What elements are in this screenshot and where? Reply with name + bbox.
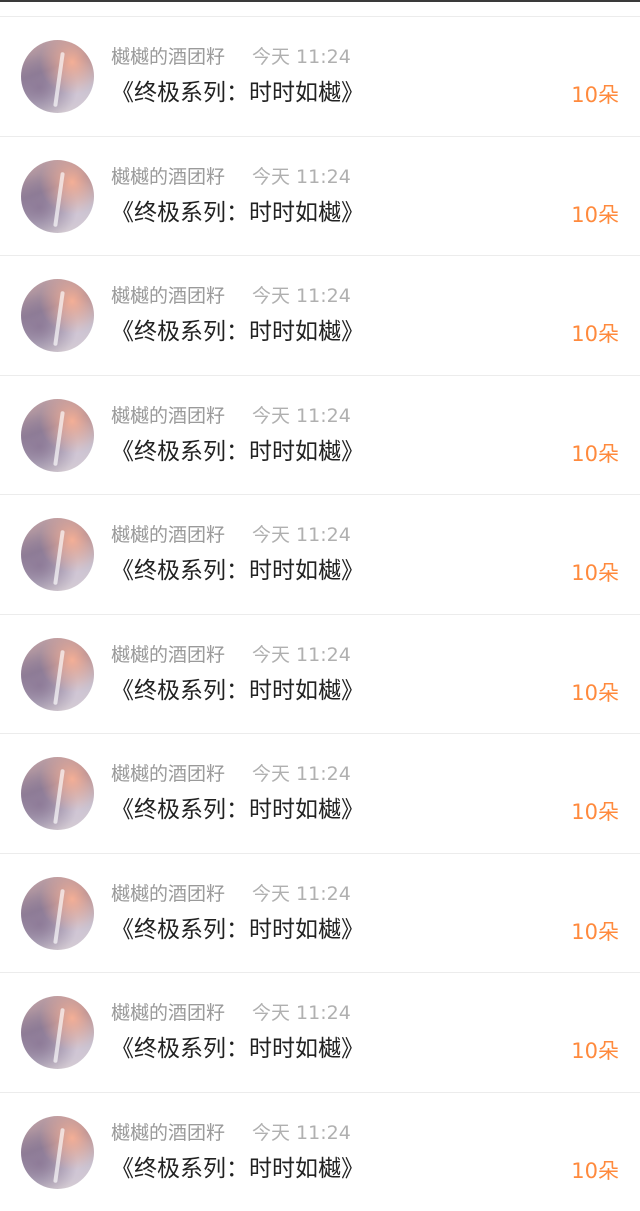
timestamp: 今天 11:24 xyxy=(252,1121,351,1145)
list-item[interactable]: 樾樾的酒团籽 今天 11:24 《终极系列：时时如樾》 10朵 xyxy=(0,136,640,256)
item-title: 《终极系列：时时如樾》 xyxy=(111,915,364,945)
timestamp: 今天 11:24 xyxy=(252,643,351,667)
avatar[interactable] xyxy=(21,757,94,830)
list-item[interactable]: 樾樾的酒团籽 今天 11:24 《终极系列：时时如樾》 10朵 xyxy=(0,614,640,734)
gift-record-list: 樾樾的酒团籽 今天 11:24 《终极系列：时时如樾》 10朵 樾樾的酒团籽 今… xyxy=(0,16,640,1211)
timestamp: 今天 11:24 xyxy=(252,523,351,547)
top-divider xyxy=(0,0,640,2)
user-name: 樾樾的酒团籽 xyxy=(111,882,225,906)
flower-count: 10朵 xyxy=(571,1037,619,1065)
flower-count: 10朵 xyxy=(571,798,619,826)
user-name: 樾樾的酒团籽 xyxy=(111,45,225,69)
flower-count: 10朵 xyxy=(571,679,619,707)
user-name: 樾樾的酒团籽 xyxy=(111,762,225,786)
avatar[interactable] xyxy=(21,877,94,950)
avatar[interactable] xyxy=(21,1116,94,1189)
list-item[interactable]: 樾樾的酒团籽 今天 11:24 《终极系列：时时如樾》 10朵 xyxy=(0,1092,640,1211)
item-title: 《终极系列：时时如樾》 xyxy=(111,317,364,347)
timestamp: 今天 11:24 xyxy=(252,1001,351,1025)
avatar[interactable] xyxy=(21,399,94,472)
user-name: 樾樾的酒团籽 xyxy=(111,284,225,308)
timestamp: 今天 11:24 xyxy=(252,404,351,428)
avatar[interactable] xyxy=(21,518,94,591)
timestamp: 今天 11:24 xyxy=(252,165,351,189)
flower-count: 10朵 xyxy=(571,1157,619,1185)
list-item[interactable]: 樾樾的酒团籽 今天 11:24 《终极系列：时时如樾》 10朵 xyxy=(0,972,640,1092)
user-name: 樾樾的酒团籽 xyxy=(111,165,225,189)
timestamp: 今天 11:24 xyxy=(252,762,351,786)
timestamp: 今天 11:24 xyxy=(252,882,351,906)
item-title: 《终极系列：时时如樾》 xyxy=(111,1154,364,1184)
user-name: 樾樾的酒团籽 xyxy=(111,523,225,547)
list-item[interactable]: 樾樾的酒团籽 今天 11:24 《终极系列：时时如樾》 10朵 xyxy=(0,375,640,495)
item-title: 《终极系列：时时如樾》 xyxy=(111,795,364,825)
user-name: 樾樾的酒团籽 xyxy=(111,1121,225,1145)
item-title: 《终极系列：时时如樾》 xyxy=(111,198,364,228)
item-title: 《终极系列：时时如樾》 xyxy=(111,556,364,586)
flower-count: 10朵 xyxy=(571,918,619,946)
timestamp: 今天 11:24 xyxy=(252,45,351,69)
list-item[interactable]: 樾樾的酒团籽 今天 11:24 《终极系列：时时如樾》 10朵 xyxy=(0,16,640,136)
item-title: 《终极系列：时时如樾》 xyxy=(111,1034,364,1064)
list-item[interactable]: 樾樾的酒团籽 今天 11:24 《终极系列：时时如樾》 10朵 xyxy=(0,853,640,973)
avatar[interactable] xyxy=(21,160,94,233)
avatar[interactable] xyxy=(21,40,94,113)
item-title: 《终极系列：时时如樾》 xyxy=(111,78,364,108)
user-name: 樾樾的酒团籽 xyxy=(111,404,225,428)
flower-count: 10朵 xyxy=(571,201,619,229)
item-title: 《终极系列：时时如樾》 xyxy=(111,437,364,467)
list-item[interactable]: 樾樾的酒团籽 今天 11:24 《终极系列：时时如樾》 10朵 xyxy=(0,255,640,375)
flower-count: 10朵 xyxy=(571,320,619,348)
avatar[interactable] xyxy=(21,279,94,352)
list-item[interactable]: 樾樾的酒团籽 今天 11:24 《终极系列：时时如樾》 10朵 xyxy=(0,494,640,614)
user-name: 樾樾的酒团籽 xyxy=(111,1001,225,1025)
item-title: 《终极系列：时时如樾》 xyxy=(111,676,364,706)
user-name: 樾樾的酒团籽 xyxy=(111,643,225,667)
list-item[interactable]: 樾樾的酒团籽 今天 11:24 《终极系列：时时如樾》 10朵 xyxy=(0,733,640,853)
flower-count: 10朵 xyxy=(571,440,619,468)
flower-count: 10朵 xyxy=(571,559,619,587)
flower-count: 10朵 xyxy=(571,81,619,109)
timestamp: 今天 11:24 xyxy=(252,284,351,308)
avatar[interactable] xyxy=(21,996,94,1069)
avatar[interactable] xyxy=(21,638,94,711)
